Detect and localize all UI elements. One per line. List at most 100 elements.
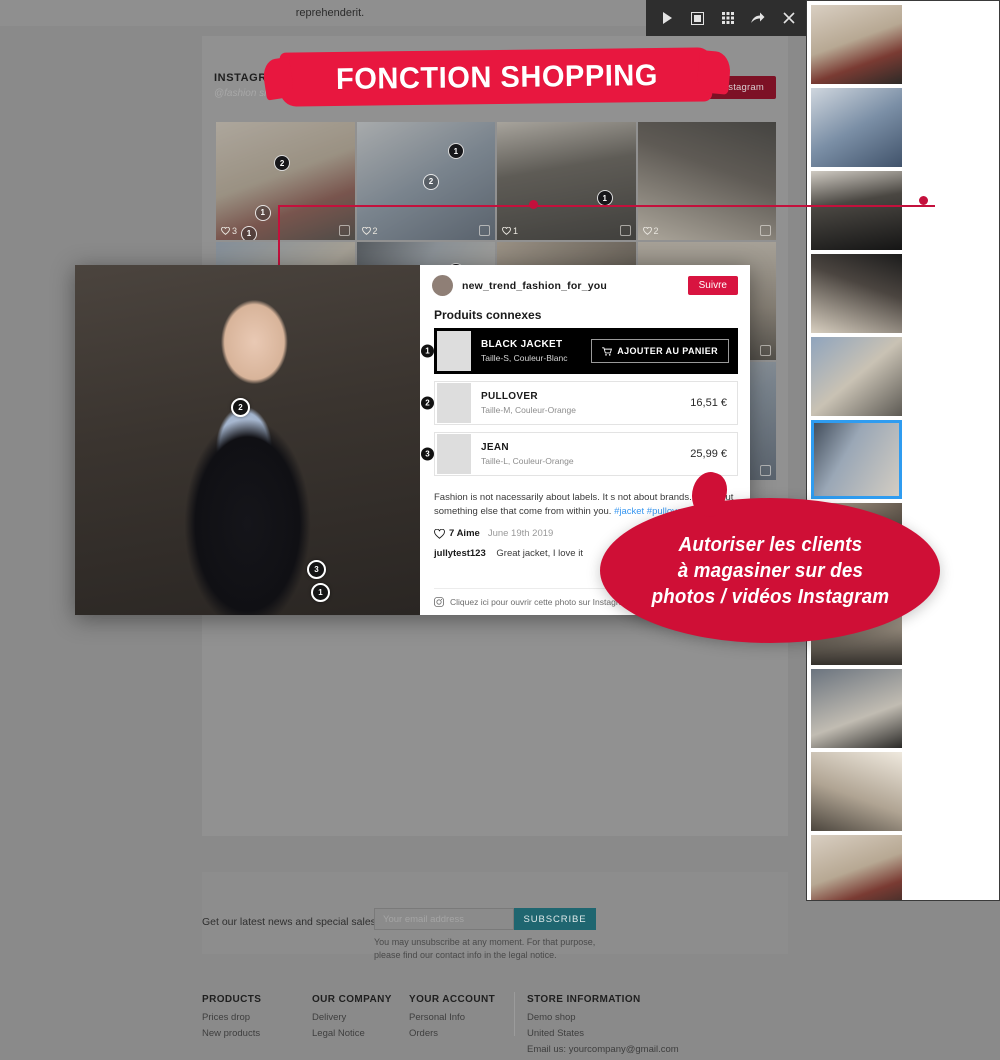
stop-icon[interactable]: [690, 10, 706, 26]
gallery-tile-meta: 3: [221, 226, 237, 236]
heart-icon: [642, 227, 652, 235]
product-price: 25,99 €: [690, 448, 727, 460]
product-thumbnail: [437, 383, 471, 423]
add-to-cart-button[interactable]: AJOUTER AU PANIER: [591, 339, 729, 363]
popup-follow-button[interactable]: Suivre: [687, 276, 738, 295]
comment-author[interactable]: jullytest123: [434, 548, 486, 559]
photo-picker-cell[interactable]: [811, 835, 902, 900]
footer-link[interactable]: Demo shop: [527, 1012, 679, 1023]
related-products-title: Produits connexes: [434, 308, 542, 322]
page-lorem-text: reprehenderit.: [0, 0, 660, 26]
product-info: JEAN Taille-L, Couleur-Orange: [481, 442, 690, 466]
avatar: [432, 275, 453, 296]
gallery-tile-meta: 1: [502, 226, 518, 236]
video-player-toolbar: [646, 0, 810, 36]
related-product-row[interactable]: 1 BLACK JACKET Taille-S, Couleur-Blanc AJOU…: [421, 328, 738, 374]
heart-icon: [502, 227, 511, 235]
footer-link[interactable]: Legal Notice: [312, 1028, 392, 1039]
photo-picker-cell[interactable]: [811, 752, 902, 831]
photo-picker-cell-selected[interactable]: [811, 420, 902, 499]
photo-picker-cell[interactable]: [811, 171, 902, 250]
popup-photo-image: [75, 265, 420, 615]
newsletter-label: Get our latest news and special sales: [202, 916, 376, 928]
footer-link[interactable]: Orders: [409, 1028, 495, 1039]
instagram-icon: [434, 597, 444, 607]
play-icon[interactable]: [659, 10, 675, 26]
footer-divider: [514, 992, 515, 1036]
product-price: 16,51 €: [690, 397, 727, 409]
product-thumbnail: [437, 331, 471, 371]
instagram-photo-picker-panel[interactable]: [806, 0, 1000, 901]
post-date: June 19th 2019: [487, 528, 554, 539]
gallery-tile-meta: 2: [361, 226, 378, 236]
product-thumbnail: [437, 434, 471, 474]
gallery-tile[interactable]: 2: [637, 122, 776, 240]
footer-column: PRODUCTS Prices drop New products: [202, 994, 261, 1044]
instagram-icon: [760, 225, 771, 236]
photo-product-tag-3[interactable]: 3: [307, 560, 326, 579]
gallery-tile[interactable]: 2113: [216, 122, 355, 240]
gallery-tile[interactable]: 11: [497, 122, 636, 240]
photo-product-tag-2[interactable]: 2: [231, 398, 250, 417]
instagram-icon: [619, 225, 631, 236]
like-count-text: 7 Aime: [449, 528, 480, 539]
caption-line1: Fashion is not nacessarily about labels.…: [434, 492, 734, 503]
photo-picker-grid: [811, 5, 995, 900]
gallery-tile[interactable]: 122: [356, 122, 495, 240]
product-attributes: Taille-M, Couleur-Orange: [481, 405, 576, 415]
product-name: JEAN: [481, 442, 509, 453]
photo-product-tag-1[interactable]: 1: [311, 583, 330, 602]
photo-picker-cell[interactable]: [811, 337, 902, 416]
gallery-row: 2113122112: [216, 122, 776, 240]
footer-column: OUR COMPANY Delivery Legal Notice: [312, 994, 392, 1044]
close-icon[interactable]: [781, 10, 797, 26]
gallery-product-tag[interactable]: 2: [422, 173, 439, 190]
footer-link[interactable]: Email us: yourcompany@gmail.com: [527, 1044, 679, 1055]
product-attributes: Taille-L, Couleur-Orange: [481, 456, 574, 466]
tile-like-count: 1: [502, 226, 518, 236]
footer-link[interactable]: United States: [527, 1028, 679, 1039]
photo-picker-cell[interactable]: [811, 5, 902, 84]
popup-username[interactable]: new_trend_fashion_for_you: [462, 280, 607, 292]
share-icon[interactable]: [750, 10, 766, 26]
gallery-tile-dim-overlay: [497, 122, 636, 240]
heart-icon: [434, 528, 445, 539]
photo-picker-cell[interactable]: [811, 88, 902, 167]
instagram-icon: [760, 465, 771, 476]
footer-link[interactable]: New products: [202, 1028, 261, 1039]
newsletter-subscribe-button[interactable]: SUBSCRIBE: [514, 908, 596, 930]
callout-bubble: Autoriser les clients à magasiner sur de…: [600, 498, 940, 643]
related-product-row[interactable]: 2 PULLOVER Taille-M, Couleur-Orange 16,51 €: [421, 381, 738, 425]
newsletter-email-input[interactable]: Your email address: [374, 908, 514, 930]
related-product-row[interactable]: 3 JEAN Taille-L, Couleur-Orange 25,99 €: [421, 432, 738, 476]
photo-picker-cell[interactable]: [811, 254, 902, 333]
footer-column: STORE INFORMATION Demo shop United States E…: [527, 994, 679, 1060]
site-footer: PRODUCTS Prices drop New products OUR COMPA…: [202, 976, 788, 1055]
tile-like-count: 2: [361, 226, 378, 236]
tile-like-count: 3: [221, 226, 237, 236]
heart-icon: [221, 227, 230, 235]
footer-link[interactable]: Prices drop: [202, 1012, 261, 1023]
product-index-badge: 1: [421, 344, 434, 358]
add-to-cart-label: AJOUTER AU PANIER: [617, 346, 718, 356]
product-info: PULLOVER Taille-M, Couleur-Orange: [481, 391, 690, 415]
instagram-icon: [479, 225, 490, 236]
footer-link[interactable]: Delivery: [312, 1012, 392, 1023]
newsletter-note-line2: please find our contact info in the lega…: [374, 950, 557, 960]
callout-line2: à magasiner sur des: [677, 559, 863, 582]
grid-icon[interactable]: [720, 10, 736, 26]
newsletter-note-line1: You may unsubscribe at any moment. For t…: [374, 937, 596, 947]
footer-link[interactable]: Personal Info: [409, 1012, 495, 1023]
callout-line3: photos / vidéos Instagram: [651, 585, 889, 608]
popup-photo[interactable]: 1 2 3: [75, 265, 420, 615]
callout-line1: Autoriser les clients: [678, 533, 862, 556]
caption-line2: something else that come from within you…: [434, 506, 612, 517]
product-attributes: Taille-S, Couleur-Blanc: [481, 353, 568, 363]
gallery-product-tag[interactable]: 1: [254, 204, 271, 221]
gallery-tile-dim-overlay: [637, 122, 776, 240]
photo-picker-cell[interactable]: [811, 669, 902, 748]
footer-column: YOUR ACCOUNT Personal Info Orders: [409, 994, 495, 1044]
comment-text: Great jacket, I love it: [496, 548, 583, 559]
gallery-product-tag[interactable]: 1: [240, 225, 257, 240]
callout-text: Autoriser les clients à magasiner sur de…: [651, 532, 889, 610]
